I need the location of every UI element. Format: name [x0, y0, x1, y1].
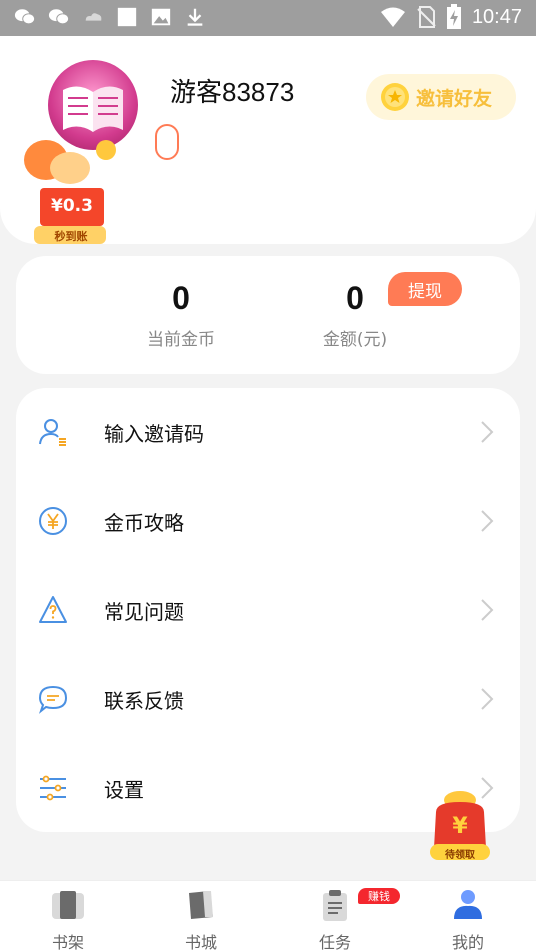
image-icon [151, 8, 171, 26]
profile-icon [454, 890, 482, 919]
level-badge [155, 124, 179, 160]
menu-item-feedback[interactable]: 联系反馈 [16, 655, 520, 743]
nav-label: 书架 [51, 933, 84, 952]
invite-friends-label: 邀请好友 [416, 87, 493, 110]
red-packet-float[interactable]: ¥ 待领取 [428, 790, 492, 862]
bookstore-icon [189, 891, 213, 919]
square-icon [117, 7, 137, 27]
red-packet-symbol: ¥ [452, 814, 468, 839]
nav-item-mine[interactable]: 我的 [428, 887, 508, 952]
menu-item-coin-guide[interactable]: 金币攻略 [16, 477, 520, 565]
coin-icon [381, 83, 409, 111]
coins-value: 0 [172, 280, 190, 316]
question-icon [39, 596, 67, 623]
download-icon [187, 8, 203, 26]
task-icon [323, 890, 347, 921]
menu-item-label: 金币攻略 [104, 510, 184, 535]
avatar[interactable] [48, 60, 138, 150]
username: 游客83873 [170, 77, 295, 107]
red-packet-label: 待领取 [445, 850, 475, 861]
menu-item-label: 联系反馈 [104, 688, 184, 713]
wechat-icon [48, 9, 70, 25]
menu-item-label: 常见问题 [104, 599, 184, 624]
settings-sliders-icon [40, 775, 66, 801]
battery-charging-icon [446, 4, 461, 29]
status-bar: 10:47 [0, 0, 536, 36]
chevron-right-icon [481, 688, 494, 710]
promo-amount: ¥0.3 [51, 196, 93, 216]
wechat-icon [14, 9, 36, 25]
nav-label: 我的 [451, 933, 484, 952]
chevron-right-icon [481, 510, 494, 532]
menu-card: 输入邀请码 金币攻略 常见问题 联系反馈 设置 [16, 388, 520, 832]
bookshelf-icon [52, 891, 84, 919]
chat-bubble-icon [38, 685, 68, 714]
stats-card: 0 当前金币 0 金额(元) 提现 [16, 256, 520, 374]
withdraw-button[interactable]: 提现 [388, 272, 462, 306]
amount-label: 金额(元) [322, 330, 388, 350]
cloud-icon [85, 13, 102, 21]
menu-item-faq[interactable]: 常见问题 [16, 566, 520, 654]
user-invite-icon [39, 419, 66, 446]
yen-coin-icon [39, 507, 67, 535]
bottom-nav: 书架 书城 任务 我的 [0, 880, 536, 952]
coins-stat[interactable]: 0 当前金币 [126, 280, 236, 350]
chevron-right-icon [481, 599, 494, 621]
menu-item-invite-code[interactable]: 输入邀请码 [16, 388, 520, 476]
nav-item-bookshelf[interactable]: 书架 [28, 887, 108, 952]
menu-item-label: 设置 [104, 777, 144, 802]
menu-item-label: 输入邀请码 [104, 421, 204, 446]
invite-friends-button[interactable]: 邀请好友 [366, 74, 516, 120]
book-logo-icon [63, 86, 123, 132]
nav-label: 任务 [318, 933, 351, 952]
promo-sub: 秒到账 [54, 230, 88, 243]
nav-item-bookstore[interactable]: 书城 [161, 887, 241, 952]
earn-badge: 赚钱 [358, 888, 400, 904]
nav-label: 书城 [184, 933, 217, 952]
wifi-icon [380, 7, 405, 27]
status-time: 10:47 [471, 5, 522, 28]
no-sim-icon [417, 6, 436, 28]
chevron-right-icon [481, 421, 494, 443]
coins-label: 当前金币 [147, 330, 215, 350]
promo-cash-badge[interactable]: ¥0.3 秒到账 [18, 140, 118, 248]
